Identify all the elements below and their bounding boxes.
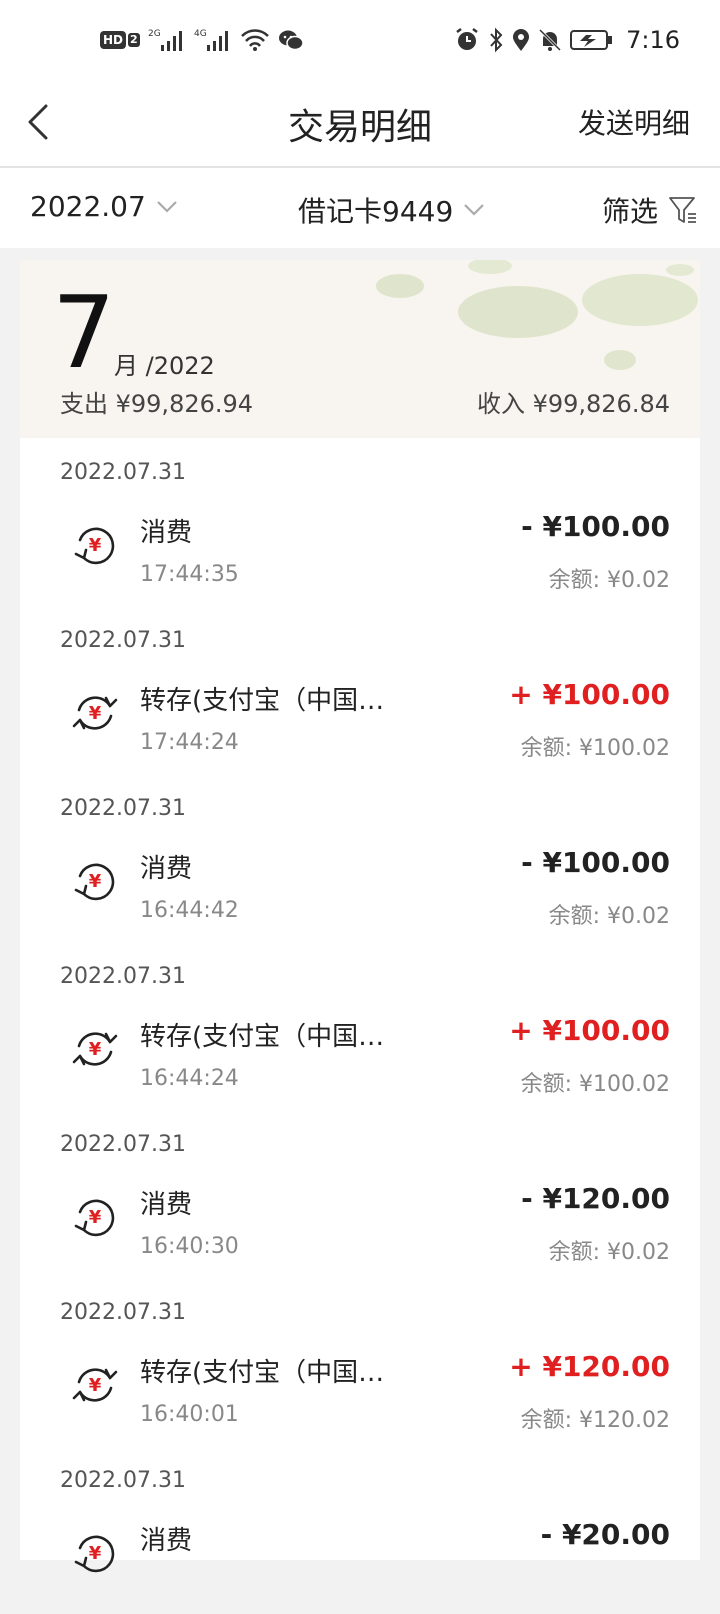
nav-bar: 交易明细 发送明细: [0, 84, 720, 168]
transaction-title: 消费: [140, 1190, 193, 1220]
location-icon: [512, 26, 530, 54]
transaction-row[interactable]: 2022.07.31 ¥ 转存(支付宝（中国… 17:44:24 + ¥100.00 余额…: [20, 606, 700, 774]
transaction-amount: - ¥100.00: [521, 846, 670, 879]
yuan-refresh-icon: ¥: [70, 1192, 120, 1242]
transaction-balance: 余额: ¥0.02: [548, 1240, 670, 1265]
yuan-exchange-icon: ¥: [70, 1360, 120, 1410]
wechat-icon: [278, 26, 304, 54]
hd-sub-label: 2: [128, 33, 140, 47]
transaction-time: 16:40:30: [140, 1234, 239, 1259]
transaction-title: 转存(支付宝（中国…: [140, 686, 385, 716]
transaction-time: 16:40:01: [140, 1402, 239, 1427]
transaction-amount: - ¥100.00: [521, 510, 670, 543]
svg-text:¥: ¥: [89, 1039, 102, 1060]
lily-pad-decoration: [376, 260, 698, 370]
svg-text:¥: ¥: [89, 1543, 102, 1564]
filter-button[interactable]: 筛选: [602, 190, 698, 230]
card-selector[interactable]: 借记卡9449: [298, 190, 485, 230]
yuan-refresh-icon: ¥: [70, 1528, 120, 1578]
transaction-balance: 余额: ¥100.02: [520, 1072, 670, 1097]
card-selector-label: 借记卡9449: [298, 195, 454, 228]
yuan-exchange-icon: ¥: [70, 1024, 120, 1074]
transaction-date: 2022.07.31: [60, 796, 186, 821]
transaction-amount: - ¥20.00: [540, 1518, 670, 1551]
yuan-refresh-icon: ¥: [70, 520, 120, 570]
net2-label: 4G: [194, 29, 207, 39]
signal-2g-icon: 2G: [148, 26, 186, 54]
yuan-refresh-icon: ¥: [70, 856, 120, 906]
yuan-exchange-icon: ¥: [70, 688, 120, 738]
transaction-balance: 余额: ¥120.02: [520, 1408, 670, 1433]
month-summary: 7 月 /2022 支出 ¥99,826.94 收入 ¥99,826.84: [20, 260, 700, 438]
hd-icon: HD 2: [100, 26, 140, 54]
status-bar: HD 2 2G 4G 7:16: [0, 0, 720, 84]
transaction-time: 16:44:42: [140, 898, 239, 923]
month-selector[interactable]: 2022.07: [30, 190, 178, 223]
transaction-title: 转存(支付宝（中国…: [140, 1022, 385, 1052]
month-year-label: 月 /2022: [114, 352, 215, 380]
mute-bell-icon: [538, 26, 562, 54]
transaction-card: 7 月 /2022 支出 ¥99,826.94 收入 ¥99,826.84 20…: [20, 260, 700, 1573]
transaction-date: 2022.07.31: [60, 1468, 186, 1493]
chevron-down-icon: [464, 204, 485, 216]
signal-4g-icon: 4G: [194, 26, 232, 54]
transaction-title: 消费: [140, 854, 193, 884]
transaction-row[interactable]: 2022.07.31 ¥ 消费 16:40:30 - ¥120.00 余额: ¥0.02: [20, 1110, 700, 1278]
svg-text:¥: ¥: [89, 535, 102, 556]
total-income: 收入 ¥99,826.84: [476, 390, 670, 418]
wifi-icon: [240, 26, 270, 54]
battery-charging-icon: [570, 26, 614, 54]
month-selector-label: 2022.07: [30, 190, 146, 223]
svg-text:¥: ¥: [89, 1375, 102, 1396]
transaction-time: 16:44:24: [140, 1066, 239, 1091]
transaction-title: 消费: [140, 518, 193, 548]
svg-text:¥: ¥: [89, 871, 102, 892]
net1-label: 2G: [148, 29, 161, 39]
month-number: 7: [52, 274, 116, 391]
transaction-amount: + ¥100.00: [509, 678, 670, 711]
transaction-balance: 余额: ¥0.02: [548, 904, 670, 929]
svg-text:¥: ¥: [89, 1207, 102, 1228]
transaction-balance: 余额: ¥0.02: [548, 568, 670, 593]
send-details-button[interactable]: 发送明细: [578, 102, 690, 142]
funnel-icon: [669, 197, 696, 223]
clock-time: 7:16: [626, 26, 680, 54]
transaction-row[interactable]: 2022.07.31 ¥ 转存(支付宝（中国… 16:44:24 + ¥100.00 余额…: [20, 942, 700, 1110]
transaction-date: 2022.07.31: [60, 1132, 186, 1157]
transaction-row[interactable]: 2022.07.31 ¥ 消费 - ¥20.00: [20, 1446, 700, 1614]
transaction-date: 2022.07.31: [60, 964, 186, 989]
transaction-date: 2022.07.31: [60, 628, 186, 653]
transaction-row[interactable]: 2022.07.31 ¥ 消费 16:44:42 - ¥100.00 余额: ¥0.02: [20, 774, 700, 942]
transaction-time: 17:44:24: [140, 730, 239, 755]
total-expense: 支出 ¥99,826.94: [60, 390, 254, 418]
transaction-row[interactable]: 2022.07.31 ¥ 消费 17:44:35 - ¥100.00 余额: ¥0.02: [20, 438, 700, 606]
alarm-icon: [454, 26, 480, 54]
svg-text:¥: ¥: [89, 703, 102, 724]
transaction-row[interactable]: 2022.07.31 ¥ 转存(支付宝（中国… 16:40:01 + ¥120.00 余额…: [20, 1278, 700, 1446]
transaction-amount: - ¥120.00: [521, 1182, 670, 1215]
hd-label: HD: [100, 31, 127, 49]
filter-label: 筛选: [601, 195, 658, 228]
transaction-amount: + ¥120.00: [509, 1350, 670, 1383]
filter-bar: 2022.07 借记卡9449 筛选: [0, 168, 720, 248]
chevron-down-icon: [157, 200, 177, 213]
transaction-time: 17:44:35: [140, 562, 239, 587]
transaction-date: 2022.07.31: [60, 460, 186, 485]
transaction-date: 2022.07.31: [60, 1300, 186, 1325]
bluetooth-icon: [488, 26, 504, 54]
transaction-balance: 余额: ¥100.02: [520, 736, 670, 761]
transaction-title: 转存(支付宝（中国…: [140, 1358, 385, 1388]
transaction-title: 消费: [140, 1526, 193, 1556]
transaction-amount: + ¥100.00: [509, 1014, 670, 1047]
